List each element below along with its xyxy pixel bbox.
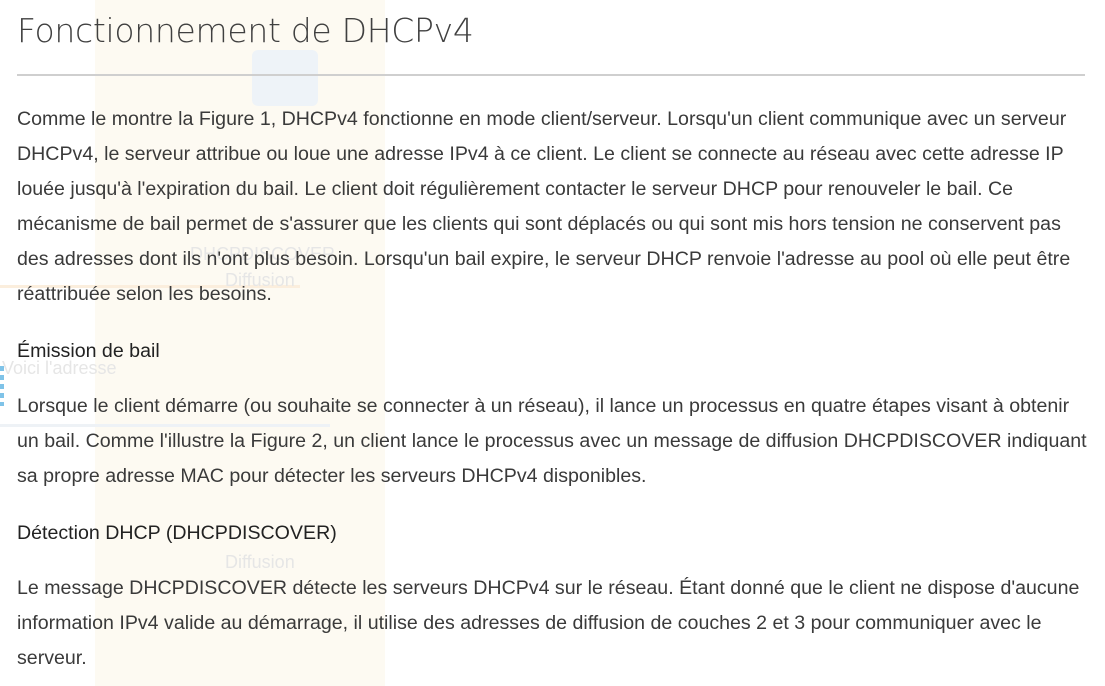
page-title: Fonctionnement de DHCPv4 [17, 11, 474, 50]
heading-dhcp-discover: Détection DHCP (DHCPDISCOVER) [17, 522, 337, 544]
title-divider [17, 74, 1085, 76]
background-dots [0, 366, 4, 406]
background-label-broadcast: Diffusion [225, 552, 295, 572]
heading-lease-issuance: Émission de bail [17, 340, 160, 362]
paragraph-intro: Comme le montre la Figure 1, DHCPv4 fonc… [17, 108, 1071, 305]
article: Fonctionnement de DHCPv4 Comme le montre… [17, 0, 1087, 669]
paragraph-dhcp-discover: Le message DHCPDISCOVER détecte les serv… [17, 577, 1080, 669]
paragraph-lease-issuance: Lorsque le client démarre (ou souhaite s… [17, 395, 1087, 487]
